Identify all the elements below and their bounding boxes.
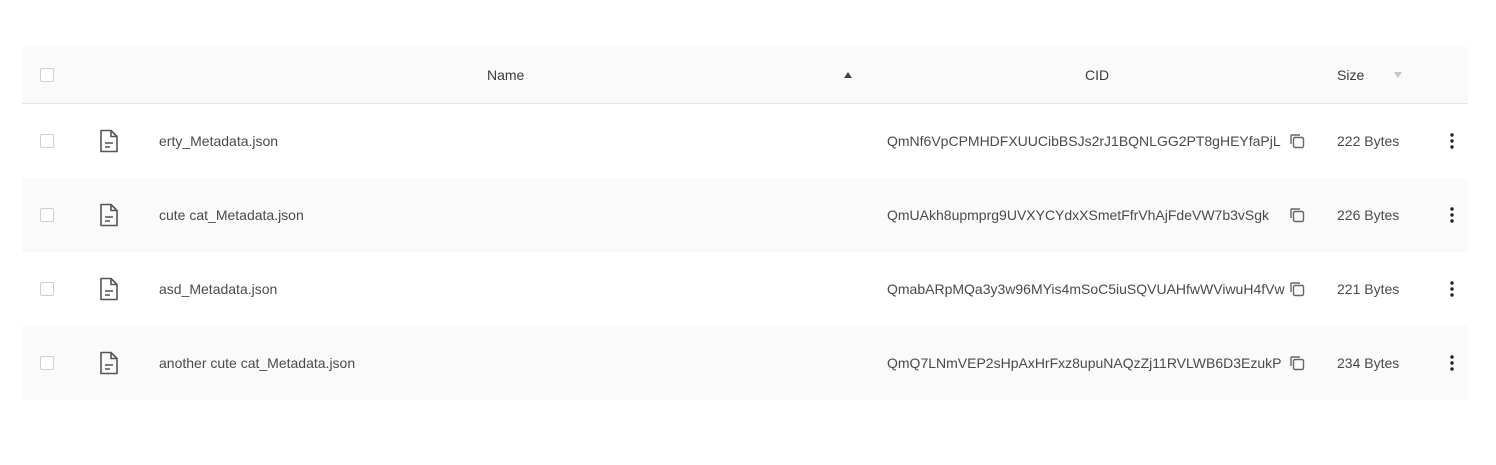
select-all-cell — [40, 47, 54, 103]
row-checkbox[interactable] — [40, 282, 54, 296]
kebab-menu-icon[interactable] — [1442, 252, 1462, 326]
file-size: 226 Bytes — [1337, 207, 1400, 223]
file-size: 234 Bytes — [1337, 355, 1400, 371]
file-size: 222 Bytes — [1337, 133, 1400, 149]
row-select-cell — [40, 326, 54, 400]
sort-descending-icon[interactable] — [1394, 47, 1402, 103]
file-text-icon — [98, 326, 120, 400]
row-select-cell — [40, 252, 54, 326]
sort-ascending-icon[interactable] — [844, 47, 852, 103]
file-size: 221 Bytes — [1337, 281, 1400, 297]
table-header: Name CID Size — [22, 47, 1468, 104]
file-text-icon — [98, 252, 120, 326]
file-cid: QmQ7LNmVEP2sHpAxHrFxz8upuNAQzZj11RVLWB6D… — [887, 355, 1282, 371]
table-row[interactable]: erty_Metadata.json QmNf6VpCPMHDFXUUCibBS… — [22, 104, 1468, 178]
table-row[interactable]: cute cat_Metadata.json QmUAkh8upmprg9UVX… — [22, 178, 1468, 252]
cid-column-header: CID — [1085, 67, 1110, 83]
row-select-cell — [40, 104, 54, 178]
file-cid: QmUAkh8upmprg9UVXYCYdxXSmetFfrVhAjFdeVW7… — [887, 207, 1270, 223]
file-name[interactable]: asd_Metadata.json — [159, 252, 277, 326]
kebab-menu-icon[interactable] — [1442, 326, 1462, 400]
file-cid: QmNf6VpCPMHDFXUUCibBSJs2rJ1BQNLGG2PT8gHE… — [887, 133, 1281, 149]
file-text-icon — [98, 178, 120, 252]
file-name[interactable]: erty_Metadata.json — [159, 104, 278, 178]
row-checkbox[interactable] — [40, 208, 54, 222]
select-all-checkbox[interactable] — [40, 68, 54, 82]
name-column-header[interactable]: Name — [487, 47, 524, 103]
row-checkbox[interactable] — [40, 134, 54, 148]
file-cid: QmabARpMQa3y3w96MYis4mSoC5iuSQVUAHfwWViw… — [887, 281, 1285, 297]
copy-icon[interactable] — [1288, 104, 1306, 178]
kebab-menu-icon[interactable] — [1442, 104, 1462, 178]
kebab-menu-icon[interactable] — [1442, 178, 1462, 252]
table-row[interactable]: asd_Metadata.json QmabARpMQa3y3w96MYis4m… — [22, 252, 1468, 326]
copy-icon[interactable] — [1288, 252, 1306, 326]
file-name[interactable]: another cute cat_Metadata.json — [159, 326, 355, 400]
files-table: Name CID Size erty_Metadata.json QmNf6Vp… — [22, 47, 1468, 400]
file-text-icon — [98, 104, 120, 178]
copy-icon[interactable] — [1288, 326, 1306, 400]
table-row[interactable]: another cute cat_Metadata.json QmQ7LNmVE… — [22, 326, 1468, 400]
row-checkbox[interactable] — [40, 356, 54, 370]
row-select-cell — [40, 178, 54, 252]
copy-icon[interactable] — [1288, 178, 1306, 252]
file-name[interactable]: cute cat_Metadata.json — [159, 178, 304, 252]
size-column-header[interactable]: Size — [1337, 47, 1364, 103]
